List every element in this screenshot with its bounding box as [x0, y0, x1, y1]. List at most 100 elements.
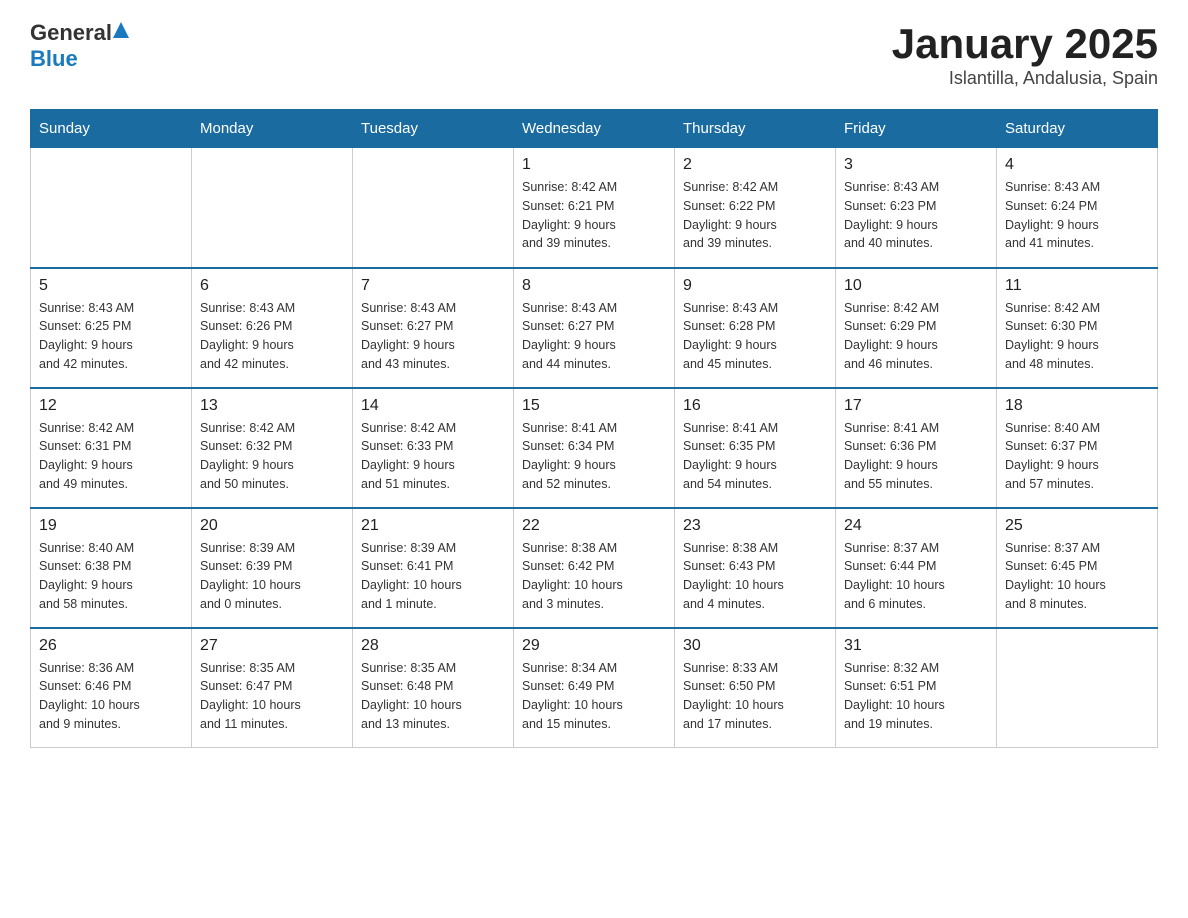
- calendar-day-cell: 18 Sunrise: 8:40 AM Sunset: 6:37 PM Dayli…: [997, 388, 1158, 508]
- calendar-week-row: 26Sunrise: 8:36 AM Sunset: 6:46 PM Dayli…: [31, 628, 1158, 748]
- calendar-day-cell: 24 Sunrise: 8:37 AM Sunset: 6:44 PM Dayli…: [836, 508, 997, 628]
- calendar-day-cell: 28 Sunrise: 8:35 AM Sunset: 6:48 PM Dayli…: [353, 628, 514, 748]
- calendar-day-cell: 31 Sunrise: 8:32 AM Sunset: 6:51 PM Dayli…: [836, 628, 997, 748]
- day-header-tuesday: Tuesday: [353, 110, 514, 148]
- day-number: 22: [522, 517, 666, 535]
- day-info: Sunrise: 8:42 AM Sunset: 6:29 PM Dayligh…: [844, 299, 988, 374]
- day-info: Sunrise: 8:35 AM Sunset: 6:47 PM Dayligh…: [200, 659, 344, 734]
- calendar-day-cell: 10 Sunrise: 8:42 AM Sunset: 6:29 PM Dayli…: [836, 268, 997, 388]
- day-info: Sunrise: 8:42 AM Sunset: 6:32 PM Dayligh…: [200, 419, 344, 494]
- day-number: 24: [844, 517, 988, 535]
- calendar-day-cell: 9 Sunrise: 8:43 AM Sunset: 6:28 PM Daylig…: [675, 268, 836, 388]
- day-info: Sunrise: 8:37 AM Sunset: 6:44 PM Dayligh…: [844, 539, 988, 614]
- day-number: 12: [39, 397, 183, 415]
- day-info: Sunrise: 8:32 AM Sunset: 6:51 PM Dayligh…: [844, 659, 988, 734]
- day-info: Sunrise: 8:33 AM Sunset: 6:50 PM Dayligh…: [683, 659, 827, 734]
- calendar-week-row: 1 Sunrise: 8:42 AM Sunset: 6:21 PM Daylig…: [31, 148, 1158, 268]
- calendar-day-cell: 19Sunrise: 8:40 AM Sunset: 6:38 PM Dayli…: [31, 508, 192, 628]
- month-title: January 2025: [892, 20, 1158, 68]
- calendar-day-cell: 6 Sunrise: 8:43 AM Sunset: 6:26 PM Daylig…: [192, 268, 353, 388]
- day-header-thursday: Thursday: [675, 110, 836, 148]
- day-info: Sunrise: 8:34 AM Sunset: 6:49 PM Dayligh…: [522, 659, 666, 734]
- day-number: 21: [361, 517, 505, 535]
- calendar-day-cell: 21 Sunrise: 8:39 AM Sunset: 6:41 PM Dayli…: [353, 508, 514, 628]
- calendar-day-cell: [353, 148, 514, 268]
- day-number: 17: [844, 397, 988, 415]
- day-number: 23: [683, 517, 827, 535]
- calendar-header-row: SundayMondayTuesdayWednesdayThursdayFrid…: [31, 110, 1158, 148]
- calendar-day-cell: 16 Sunrise: 8:41 AM Sunset: 6:35 PM Dayli…: [675, 388, 836, 508]
- calendar-day-cell: 17Sunrise: 8:41 AM Sunset: 6:36 PM Dayli…: [836, 388, 997, 508]
- calendar-day-cell: 25Sunrise: 8:37 AM Sunset: 6:45 PM Dayli…: [997, 508, 1158, 628]
- calendar-day-cell: 4 Sunrise: 8:43 AM Sunset: 6:24 PM Daylig…: [997, 148, 1158, 268]
- calendar-table: SundayMondayTuesdayWednesdayThursdayFrid…: [30, 109, 1158, 748]
- day-number: 15: [522, 397, 666, 415]
- calendar-day-cell: [997, 628, 1158, 748]
- header-right: January 2025 Islantilla, Andalusia, Spai…: [892, 20, 1158, 89]
- day-number: 1: [522, 156, 666, 174]
- day-number: 11: [1005, 277, 1149, 295]
- day-number: 20: [200, 517, 344, 535]
- day-info: Sunrise: 8:42 AM Sunset: 6:31 PM Dayligh…: [39, 419, 183, 494]
- day-info: Sunrise: 8:42 AM Sunset: 6:21 PM Dayligh…: [522, 178, 666, 253]
- day-info: Sunrise: 8:37 AM Sunset: 6:45 PM Dayligh…: [1005, 539, 1149, 614]
- day-header-saturday: Saturday: [997, 110, 1158, 148]
- calendar-day-cell: 27Sunrise: 8:35 AM Sunset: 6:47 PM Dayli…: [192, 628, 353, 748]
- calendar-day-cell: 22 Sunrise: 8:38 AM Sunset: 6:42 PM Dayli…: [514, 508, 675, 628]
- day-number: 31: [844, 637, 988, 655]
- day-info: Sunrise: 8:42 AM Sunset: 6:33 PM Dayligh…: [361, 419, 505, 494]
- calendar-day-cell: 8 Sunrise: 8:43 AM Sunset: 6:27 PM Daylig…: [514, 268, 675, 388]
- day-info: Sunrise: 8:38 AM Sunset: 6:43 PM Dayligh…: [683, 539, 827, 614]
- calendar-week-row: 5Sunrise: 8:43 AM Sunset: 6:25 PM Daylig…: [31, 268, 1158, 388]
- page-header: General Blue January 2025 Islantilla, An…: [30, 20, 1158, 89]
- calendar-day-cell: 11 Sunrise: 8:42 AM Sunset: 6:30 PM Dayli…: [997, 268, 1158, 388]
- day-number: 8: [522, 277, 666, 295]
- day-info: Sunrise: 8:43 AM Sunset: 6:28 PM Dayligh…: [683, 299, 827, 374]
- day-number: 30: [683, 637, 827, 655]
- day-info: Sunrise: 8:42 AM Sunset: 6:22 PM Dayligh…: [683, 178, 827, 253]
- calendar-week-row: 19Sunrise: 8:40 AM Sunset: 6:38 PM Dayli…: [31, 508, 1158, 628]
- day-header-wednesday: Wednesday: [514, 110, 675, 148]
- logo-triangle-icon: [112, 22, 130, 40]
- day-info: Sunrise: 8:43 AM Sunset: 6:27 PM Dayligh…: [522, 299, 666, 374]
- calendar-day-cell: 30 Sunrise: 8:33 AM Sunset: 6:50 PM Dayli…: [675, 628, 836, 748]
- day-number: 10: [844, 277, 988, 295]
- day-number: 28: [361, 637, 505, 655]
- location: Islantilla, Andalusia, Spain: [892, 68, 1158, 89]
- calendar-day-cell: 14Sunrise: 8:42 AM Sunset: 6:33 PM Dayli…: [353, 388, 514, 508]
- day-info: Sunrise: 8:43 AM Sunset: 6:26 PM Dayligh…: [200, 299, 344, 374]
- day-info: Sunrise: 8:36 AM Sunset: 6:46 PM Dayligh…: [39, 659, 183, 734]
- day-number: 29: [522, 637, 666, 655]
- calendar-day-cell: 12 Sunrise: 8:42 AM Sunset: 6:31 PM Dayli…: [31, 388, 192, 508]
- day-number: 4: [1005, 156, 1149, 174]
- calendar-week-row: 12 Sunrise: 8:42 AM Sunset: 6:31 PM Dayli…: [31, 388, 1158, 508]
- day-info: Sunrise: 8:38 AM Sunset: 6:42 PM Dayligh…: [522, 539, 666, 614]
- calendar-day-cell: 3Sunrise: 8:43 AM Sunset: 6:23 PM Daylig…: [836, 148, 997, 268]
- day-number: 2: [683, 156, 827, 174]
- day-number: 9: [683, 277, 827, 295]
- day-number: 6: [200, 277, 344, 295]
- day-number: 18: [1005, 397, 1149, 415]
- calendar-day-cell: 1 Sunrise: 8:42 AM Sunset: 6:21 PM Daylig…: [514, 148, 675, 268]
- day-info: Sunrise: 8:43 AM Sunset: 6:24 PM Dayligh…: [1005, 178, 1149, 253]
- day-header-monday: Monday: [192, 110, 353, 148]
- day-number: 13: [200, 397, 344, 415]
- day-info: Sunrise: 8:39 AM Sunset: 6:41 PM Dayligh…: [361, 539, 505, 614]
- calendar-day-cell: 7 Sunrise: 8:43 AM Sunset: 6:27 PM Daylig…: [353, 268, 514, 388]
- day-info: Sunrise: 8:40 AM Sunset: 6:37 PM Dayligh…: [1005, 419, 1149, 494]
- calendar-day-cell: [192, 148, 353, 268]
- calendar-day-cell: 29 Sunrise: 8:34 AM Sunset: 6:49 PM Dayli…: [514, 628, 675, 748]
- day-number: 19: [39, 517, 183, 535]
- day-info: Sunrise: 8:39 AM Sunset: 6:39 PM Dayligh…: [200, 539, 344, 614]
- day-info: Sunrise: 8:35 AM Sunset: 6:48 PM Dayligh…: [361, 659, 505, 734]
- day-info: Sunrise: 8:42 AM Sunset: 6:30 PM Dayligh…: [1005, 299, 1149, 374]
- day-number: 16: [683, 397, 827, 415]
- calendar-day-cell: 2 Sunrise: 8:42 AM Sunset: 6:22 PM Daylig…: [675, 148, 836, 268]
- day-info: Sunrise: 8:43 AM Sunset: 6:27 PM Dayligh…: [361, 299, 505, 374]
- calendar-day-cell: 26Sunrise: 8:36 AM Sunset: 6:46 PM Dayli…: [31, 628, 192, 748]
- day-number: 7: [361, 277, 505, 295]
- day-info: Sunrise: 8:43 AM Sunset: 6:25 PM Dayligh…: [39, 299, 183, 374]
- day-info: Sunrise: 8:41 AM Sunset: 6:35 PM Dayligh…: [683, 419, 827, 494]
- day-header-sunday: Sunday: [31, 110, 192, 148]
- calendar-day-cell: 15Sunrise: 8:41 AM Sunset: 6:34 PM Dayli…: [514, 388, 675, 508]
